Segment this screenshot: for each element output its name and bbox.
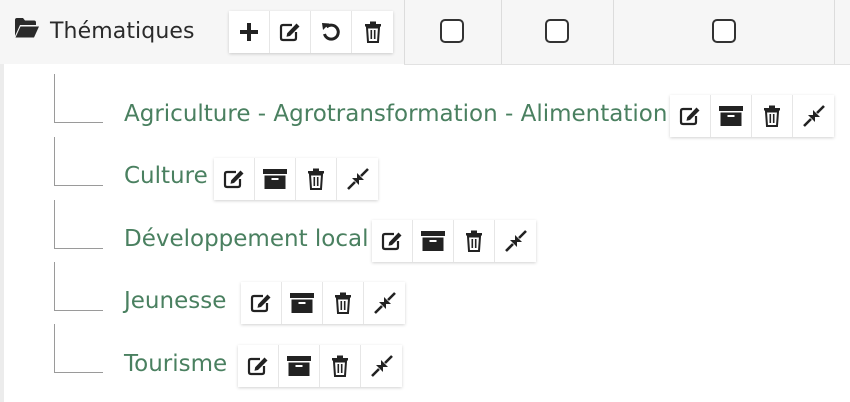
archive-icon bbox=[287, 356, 311, 376]
compress-icon bbox=[504, 230, 527, 252]
tree-connector bbox=[54, 74, 103, 123]
archive-icon bbox=[263, 169, 287, 189]
trash-icon bbox=[465, 230, 483, 252]
title-text: Thématiques bbox=[50, 18, 195, 44]
tree-item-label[interactable]: Agriculture - Agrotransformation - Alime… bbox=[124, 99, 667, 129]
tree-connector bbox=[54, 324, 103, 373]
header-toolbar bbox=[229, 11, 393, 53]
tree-item-toolbar bbox=[238, 345, 402, 387]
edit-icon bbox=[223, 169, 245, 189]
compress-icon bbox=[373, 292, 396, 314]
collapse-button[interactable] bbox=[495, 220, 536, 262]
collapse-button[interactable] bbox=[793, 95, 834, 137]
edit-icon bbox=[247, 356, 269, 376]
edit-button[interactable] bbox=[372, 220, 413, 262]
header-columns-bg bbox=[404, 0, 850, 65]
folder-open-icon bbox=[14, 17, 40, 45]
compress-icon bbox=[802, 105, 825, 127]
tree-item-label[interactable]: Culture bbox=[124, 161, 208, 191]
column-separator bbox=[501, 0, 502, 64]
tree-item-toolbar bbox=[241, 282, 405, 324]
trash-icon bbox=[331, 355, 349, 377]
plus-icon bbox=[239, 22, 259, 42]
column-separator bbox=[834, 0, 835, 64]
edit-button[interactable] bbox=[214, 158, 255, 200]
trash-icon bbox=[307, 168, 325, 190]
edit-button[interactable] bbox=[238, 345, 279, 387]
archive-button[interactable] bbox=[711, 95, 752, 137]
edit-icon bbox=[679, 106, 701, 126]
column-checkbox-2[interactable] bbox=[545, 19, 569, 43]
collapse-button[interactable] bbox=[337, 158, 378, 200]
edit-icon bbox=[279, 22, 301, 42]
column-checkbox-1[interactable] bbox=[440, 19, 464, 43]
archive-button[interactable] bbox=[282, 282, 323, 324]
tree-connector bbox=[54, 137, 103, 186]
delete-button[interactable] bbox=[296, 158, 337, 200]
archive-button[interactable] bbox=[413, 220, 454, 262]
column-checkbox-3[interactable] bbox=[712, 19, 736, 43]
tree-item-label[interactable]: Jeunesse bbox=[124, 286, 226, 316]
undo-icon bbox=[320, 21, 342, 43]
tree-item-label[interactable]: Développement local bbox=[124, 224, 369, 254]
delete-button[interactable] bbox=[323, 282, 364, 324]
edit-button[interactable] bbox=[270, 11, 311, 53]
trash-icon bbox=[364, 21, 382, 43]
reset-button[interactable] bbox=[311, 11, 352, 53]
compress-icon bbox=[370, 355, 393, 377]
tree-item-label[interactable]: Tourisme bbox=[124, 349, 227, 379]
tree-connector bbox=[54, 262, 103, 311]
edit-button[interactable] bbox=[241, 282, 282, 324]
trash-icon bbox=[763, 105, 781, 127]
tree-item-toolbar bbox=[670, 95, 834, 137]
delete-button[interactable] bbox=[752, 95, 793, 137]
trash-icon bbox=[334, 292, 352, 314]
archive-icon bbox=[421, 231, 445, 251]
archive-button[interactable] bbox=[279, 345, 320, 387]
delete-button[interactable] bbox=[320, 345, 361, 387]
tree-header: Thématiques bbox=[0, 0, 850, 65]
column-separator bbox=[404, 0, 405, 64]
tree-connector bbox=[54, 200, 103, 249]
edit-icon bbox=[381, 231, 403, 251]
archive-icon bbox=[290, 293, 314, 313]
page-title: Thématiques bbox=[14, 14, 195, 48]
collapse-button[interactable] bbox=[361, 345, 402, 387]
tree-item-toolbar bbox=[214, 158, 378, 200]
delete-button[interactable] bbox=[352, 11, 393, 53]
delete-button[interactable] bbox=[454, 220, 495, 262]
add-button[interactable] bbox=[229, 11, 270, 53]
compress-icon bbox=[346, 168, 369, 190]
edit-button[interactable] bbox=[670, 95, 711, 137]
collapse-button[interactable] bbox=[364, 282, 405, 324]
archive-button[interactable] bbox=[255, 158, 296, 200]
tree-item-toolbar bbox=[372, 220, 536, 262]
archive-icon bbox=[719, 106, 743, 126]
edit-icon bbox=[250, 293, 272, 313]
column-separator bbox=[613, 0, 614, 64]
